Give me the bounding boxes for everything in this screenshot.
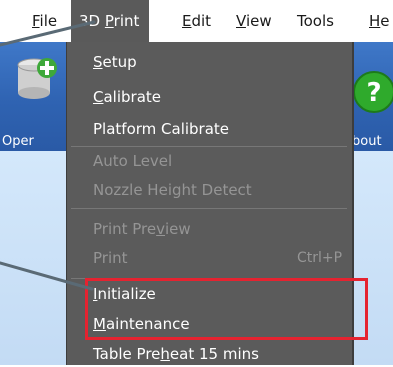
callout-lines [0, 20, 96, 291]
callout-line-highlight [0, 261, 94, 291]
callout-line-menu [0, 20, 96, 47]
